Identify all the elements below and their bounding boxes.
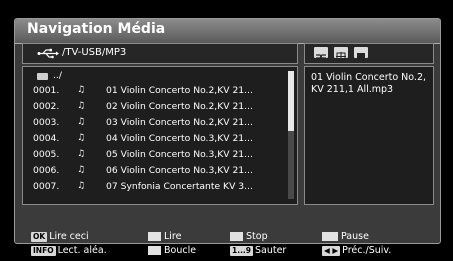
list-item[interactable]: 0007. ♫ 07 Synfonia Concertante KV 3... — [23, 181, 289, 195]
filter-glyph-icon — [336, 52, 346, 61]
legend-jump: 1...9 Sauter — [230, 245, 286, 257]
view-controls — [304, 43, 434, 64]
music-note-icon: ♫ — [77, 149, 86, 159]
list-item[interactable]: 0002. ♫ 02 Violin Concerto No.2,KV 21... — [23, 101, 289, 115]
music-note-icon: ♫ — [77, 85, 86, 95]
prev-next-keys-icon: ◀ ▶ — [322, 245, 341, 256]
header-bar: Navigation Média — [15, 19, 440, 44]
filter-icon[interactable] — [334, 47, 348, 61]
legend-pause: Pause — [322, 231, 369, 243]
legend-loop: Boucle — [148, 245, 196, 257]
ok-label: Lire ceci — [49, 231, 89, 242]
pause-label: Pause — [341, 231, 369, 242]
view-mode-icon[interactable] — [354, 47, 368, 60]
list-item[interactable]: 0004. ♫ 04 Violin Concerto No.3,KV 21... — [23, 133, 289, 147]
folder-icon — [37, 73, 48, 80]
stop-label: Stop — [246, 231, 268, 242]
list-item[interactable]: 0001. ♫ 01 Violin Concerto No.2,KV 21... — [23, 85, 289, 99]
item-name: 05 Violin Concerto No.3,KV 21... — [106, 149, 253, 160]
item-index: 0003. — [33, 117, 60, 128]
legend-info: INFO Lect. aléa. — [31, 245, 107, 257]
loop-label: Boucle — [164, 245, 197, 256]
list-item[interactable]: 0003. ♫ 03 Violin Concerto No.2,KV 21... — [23, 117, 289, 131]
item-name: 01 Violin Concerto No.2,KV 21... — [106, 85, 253, 96]
file-info-panel: 01 Violin Concerto No.2,KV 211,1 All.mp3 — [304, 66, 434, 205]
sort-icon[interactable] — [314, 47, 328, 59]
item-name: 02 Violin Concerto No.2,KV 21... — [106, 101, 253, 112]
list-item[interactable]: 0005. ♫ 05 Violin Concerto No.3,KV 21... — [23, 149, 289, 163]
item-name: 06 Violin Concerto No.3,KV 21... — [106, 165, 253, 176]
item-index: 0005. — [33, 149, 60, 160]
prevnext-label: Préc./Suiv. — [342, 245, 392, 256]
item-index: 0002. — [33, 101, 60, 112]
music-note-icon: ♫ — [77, 117, 86, 127]
play-label: Lire — [164, 231, 182, 242]
file-list[interactable]: ../ 0001. ♫ 01 Violin Concerto No.2,KV 2… — [22, 66, 298, 205]
legend-prevnext: ◀ ▶ Préc./Suiv. — [322, 245, 391, 257]
item-index: 0006. — [33, 165, 60, 176]
screen: Navigation Média /TV-USB/MP3 ../ 0001. ♫… — [0, 0, 453, 261]
sort-glyph-icon — [316, 54, 326, 59]
music-note-icon: ♫ — [77, 133, 86, 143]
view-mode-glyph-icon — [357, 53, 365, 60]
item-name: 07 Synfonia Concertante KV 3... — [106, 181, 253, 192]
item-index: 0007. — [33, 181, 60, 192]
page-title: Navigation Média — [27, 21, 166, 37]
stop-key-icon — [230, 232, 243, 241]
list-item[interactable]: 0006. ♫ 06 Violin Concerto No.3,KV 21... — [23, 165, 289, 179]
usb-icon — [37, 48, 59, 59]
loop-key-icon — [148, 246, 161, 255]
parent-folder-row[interactable]: ../ — [23, 70, 289, 84]
item-index: 0001. — [33, 85, 60, 96]
jump-label: Sauter — [254, 245, 287, 256]
item-name: 03 Violin Concerto No.2,KV 21... — [106, 117, 253, 128]
legend-stop: Stop — [230, 231, 268, 243]
current-path: /TV-USB/MP3 — [62, 47, 127, 58]
pause-key-icon — [322, 232, 338, 241]
info-key: INFO — [31, 245, 56, 256]
parent-folder-label: ../ — [53, 70, 62, 81]
scrollbar[interactable] — [288, 71, 294, 199]
info-label: Lect. aléa. — [57, 245, 107, 256]
music-note-icon: ♫ — [77, 101, 86, 111]
number-keys: 1...9 — [230, 245, 253, 256]
legend-ok: OK Lire ceci — [31, 231, 89, 243]
legend-play: Lire — [148, 231, 181, 243]
play-key-icon — [148, 232, 161, 241]
item-name: 04 Violin Concerto No.3,KV 21... — [106, 133, 253, 144]
music-note-icon: ♫ — [77, 165, 86, 175]
item-index: 0004. — [33, 133, 60, 144]
footer-legend: OK Lire ceci INFO Lect. aléa. Lire Boucle … — [0, 229, 453, 261]
selected-filename: 01 Violin Concerto No.2,KV 211,1 All.mp3 — [311, 72, 427, 95]
scrollbar-thumb[interactable] — [288, 71, 294, 131]
ok-key: OK — [31, 231, 48, 242]
music-note-icon: ♫ — [77, 181, 86, 191]
path-bar: /TV-USB/MP3 — [22, 43, 298, 64]
